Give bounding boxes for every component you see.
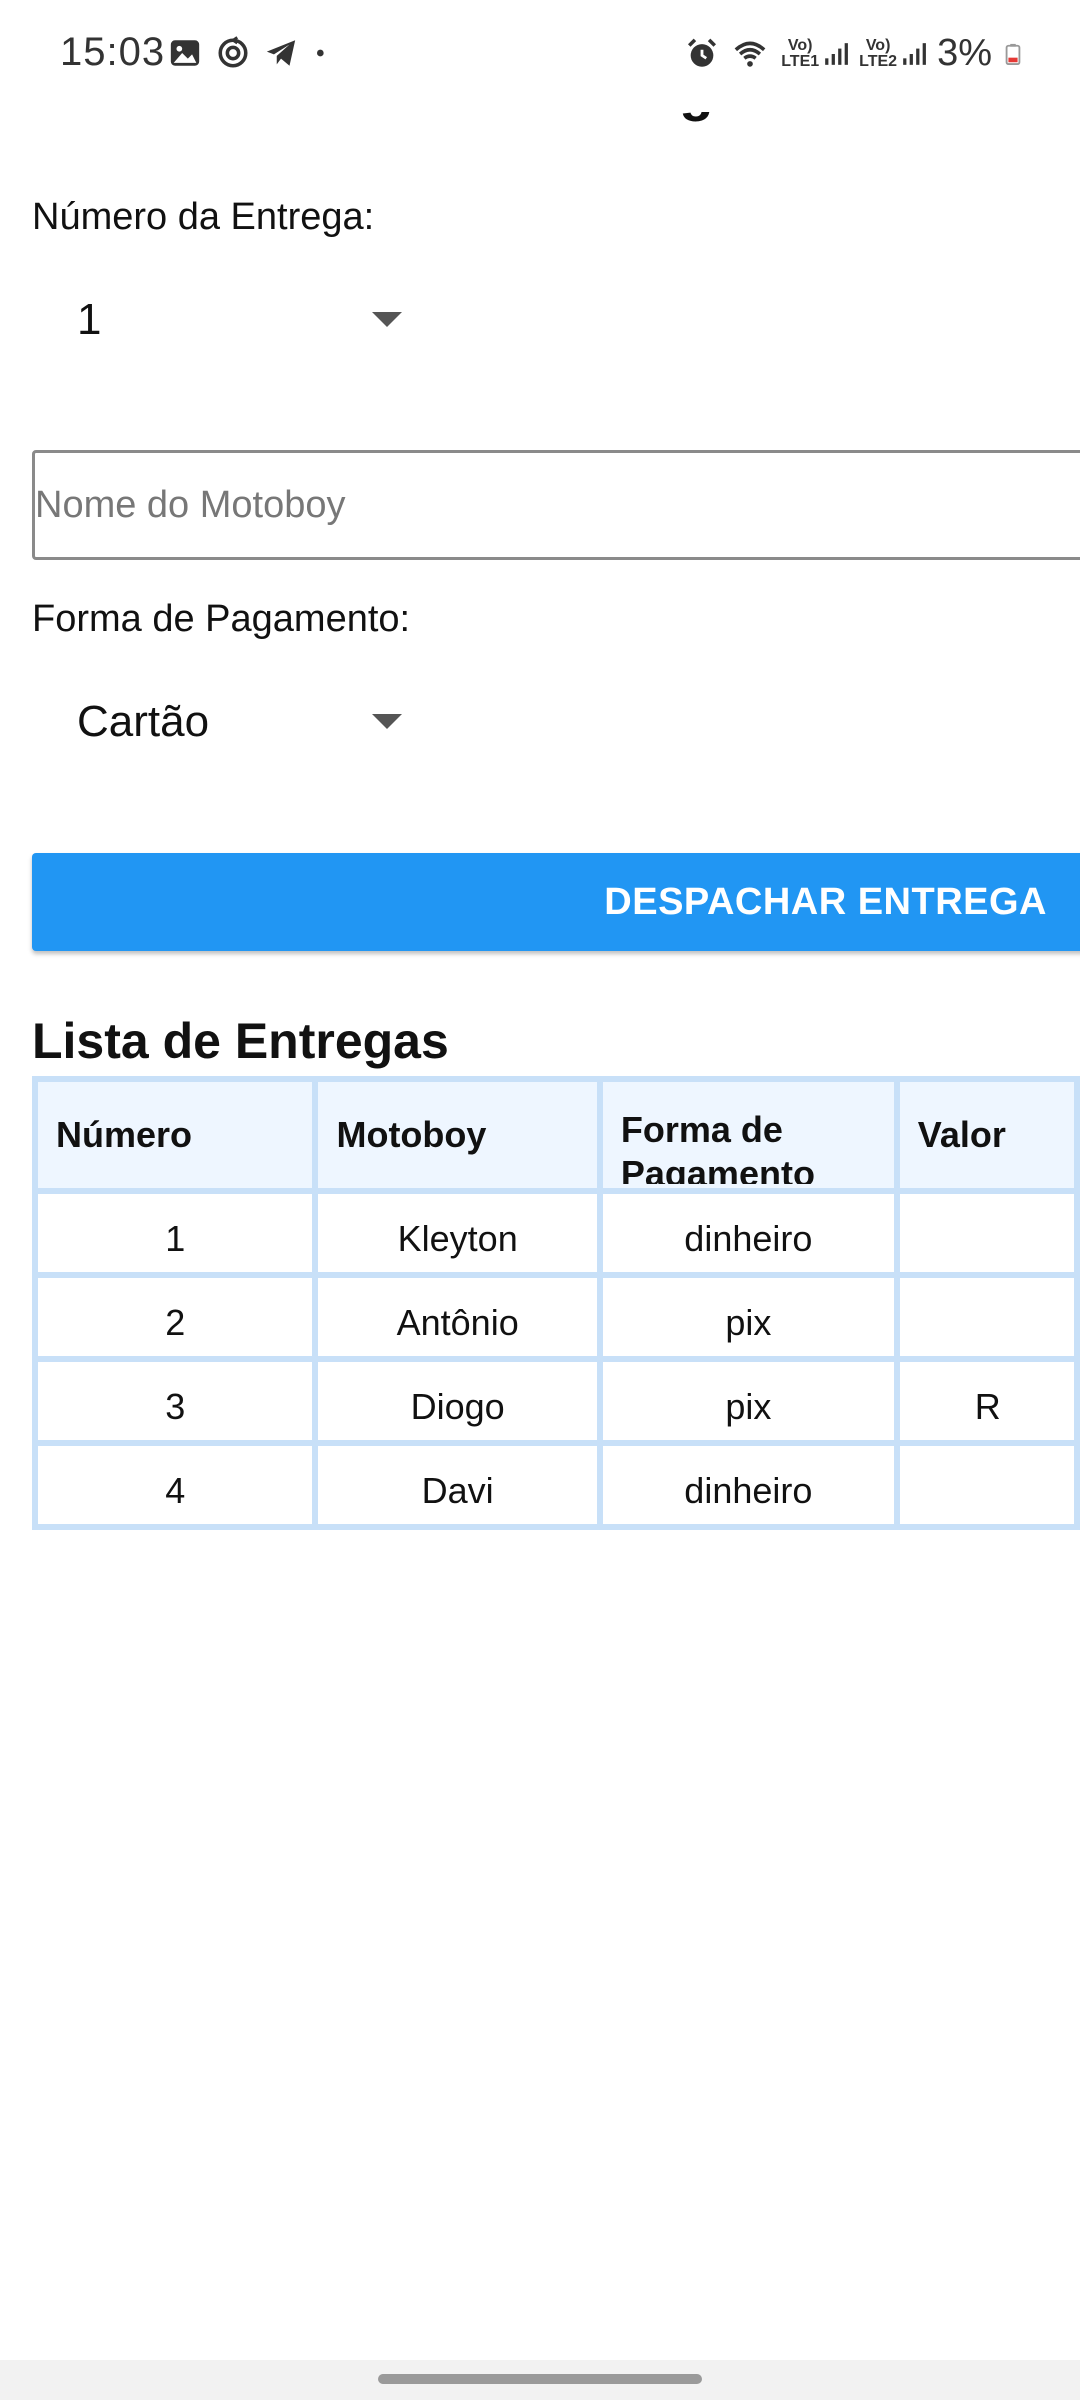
deliveries-table: Número Motoboy Forma de Pagamento Valor … [32,1076,1080,1530]
cell-pagamento: dinheiro [599,1191,897,1275]
wifi-icon [734,41,766,67]
telegram-icon [266,40,296,66]
table-row[interactable]: 3 Diogo pix R [35,1359,1077,1443]
list-title: Lista de Entregas [32,1013,449,1069]
dispatch-delivery-button[interactable]: DESPACHAR ENTREGA [32,853,1080,951]
status-time: 15:03 [60,30,166,74]
caret-down-icon [372,714,402,729]
pagamento-select-value: Cartão [77,697,210,746]
alarm-icon [688,38,717,67]
system-icons: Vo) LTE1 Vo) LTE2 3% [685,32,1024,75]
cell-numero: 1 [35,1191,316,1275]
cell-numero: 2 [35,1275,316,1359]
cell-valor [896,1443,1077,1527]
cell-pagamento: dinheiro [599,1443,897,1527]
column-header-pagamento: Forma de Pagamento [599,1079,897,1191]
table-row[interactable]: 1 Kleyton dinheiro [35,1191,1077,1275]
cell-motoboy: Antônio [315,1275,600,1359]
battery-icon [1005,43,1021,65]
cell-valor [896,1275,1077,1359]
battery-percent: 3% [937,32,992,74]
status-bar: 15:03 Vo) LTE1 Vo) LTE2 3% [0,0,1080,112]
sim1-label: Vo) LTE1 [781,36,820,70]
caret-down-icon [372,312,402,327]
signal-icon [825,42,849,65]
cell-numero: 3 [35,1359,316,1443]
sim1-indicator: Vo) LTE1 [781,37,849,71]
home-gesture-handle[interactable] [378,2374,702,2384]
pagamento-select[interactable]: Cartão [32,672,432,772]
table-header-row: Número Motoboy Forma de Pagamento Valor [35,1079,1077,1191]
sim2-indicator: Vo) LTE2 [859,37,927,71]
cell-numero: 4 [35,1443,316,1527]
sync-icon [218,36,248,68]
numero-select[interactable]: 1 [32,270,432,370]
motoboy-name-input[interactable] [32,450,1080,560]
signal-icon [903,42,926,65]
app-screen: 15:03 Vo) LTE1 Vo) LTE2 3% Número da Ent… [0,0,1080,2400]
table-row[interactable]: 4 Davi dinheiro [35,1443,1077,1527]
column-header-motoboy: Motoboy [315,1079,600,1191]
navigation-bar [0,2360,1080,2400]
sim2-label: Vo) LTE2 [859,36,898,70]
dispatch-button-label: DESPACHAR ENTREGA [604,881,1047,923]
cell-motoboy: Diogo [315,1359,600,1443]
cell-pagamento: pix [599,1275,897,1359]
cell-motoboy: Davi [315,1443,600,1527]
pagamento-label: Forma de Pagamento: [32,598,411,640]
table-row[interactable]: 2 Antônio pix [35,1275,1077,1359]
notification-icons [168,36,332,70]
column-header-numero: Número [35,1079,316,1191]
cell-motoboy: Kleyton [315,1191,600,1275]
gallery-icon [170,40,200,66]
cell-valor: R [896,1359,1077,1443]
cell-pagamento: pix [599,1359,897,1443]
cell-valor [896,1191,1077,1275]
dot-icon [317,49,324,57]
numero-label: Número da Entrega: [32,196,375,238]
column-header-valor: Valor [896,1079,1077,1191]
numero-select-value: 1 [77,295,102,344]
